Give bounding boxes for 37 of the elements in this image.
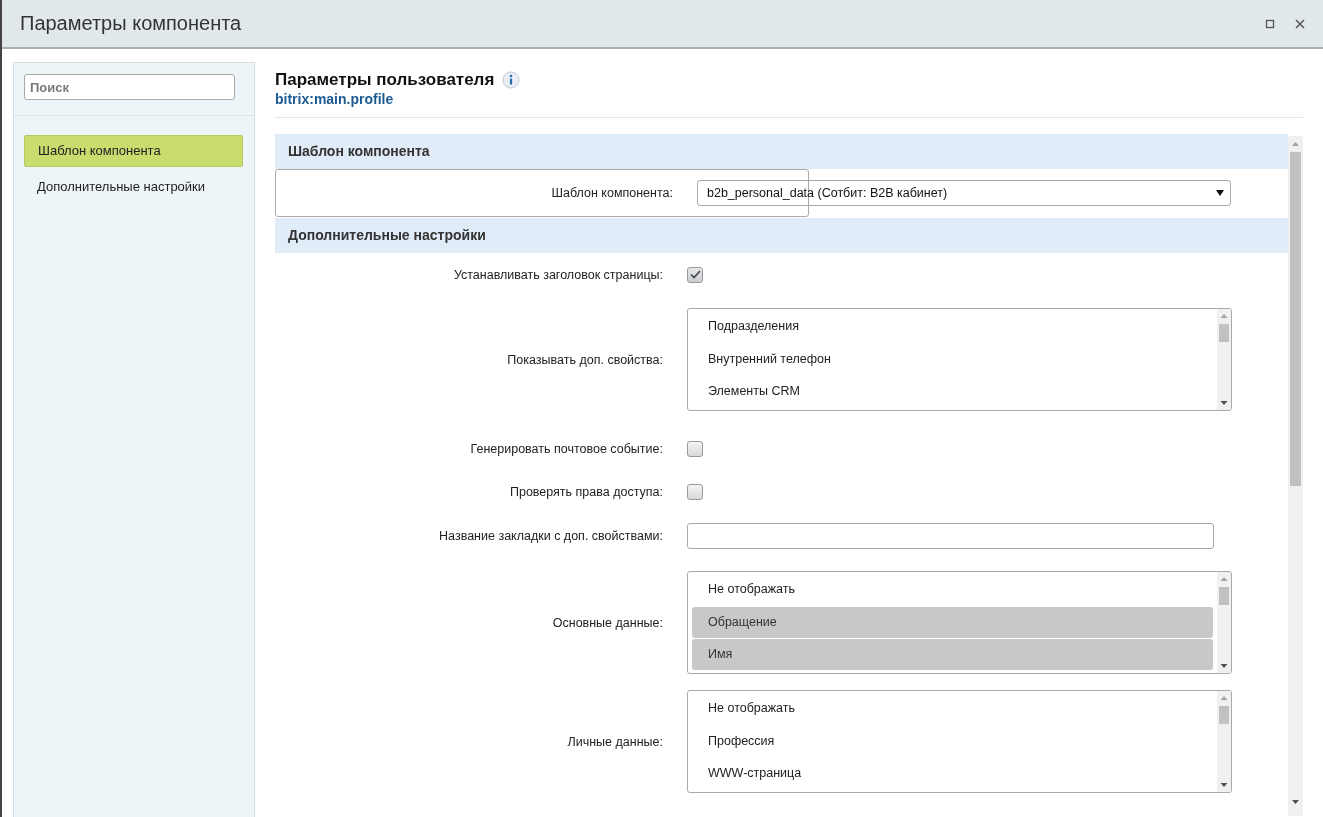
field-label: Устанавливать заголовок страницы: (452, 267, 663, 282)
multi-select-list[interactable]: Не отображать Профессия WWW-страница (687, 690, 1232, 793)
caret-icon (1216, 190, 1224, 196)
section-header: Шаблон компонента (275, 134, 1288, 169)
checkbox[interactable] (687, 266, 703, 283)
list-option[interactable]: Обращение (692, 606, 1213, 638)
sidebar-item[interactable]: Дополнительные настройки (24, 171, 243, 203)
field-label: Проверять права доступа: (508, 484, 663, 499)
list-option[interactable]: Внутренний телефон (692, 343, 1213, 375)
field-label: Название закладки с доп. свойствами: (438, 529, 663, 543)
page-title: Параметры пользователя (275, 70, 495, 90)
close-icon[interactable] (1295, 18, 1305, 29)
info-icon[interactable] (502, 71, 521, 89)
field-label: Личные данные: (566, 734, 663, 749)
list-option[interactable]: WWW-страница (692, 758, 1213, 789)
list-option[interactable]: Подразделения (692, 311, 1213, 342)
field-label: Шаблон компонента: (550, 186, 673, 200)
template-dropdown[interactable]: b2b_personal_data (Сотбит: B2B кабинет) (697, 180, 1231, 206)
multi-select-list[interactable]: Подразделения Внутренний телефон Элементы CRM (687, 308, 1232, 411)
sidebar-item[interactable]: Шаблон компонента (24, 135, 243, 167)
window-title: Параметры компонента (20, 12, 243, 35)
list-option[interactable]: Не отображать (692, 574, 1213, 605)
list-option[interactable]: Профессия (692, 725, 1213, 757)
checkbox[interactable] (687, 483, 703, 500)
component-code: bitrix:main.profile (275, 91, 395, 107)
multi-select-list[interactable]: Не отображать Обращение Имя (687, 571, 1232, 674)
section-header: Дополнительные настройки (275, 218, 1288, 253)
field-label: Основные данные: (551, 615, 663, 630)
text-input[interactable] (687, 523, 1214, 549)
list-option[interactable]: Не отображать (692, 693, 1213, 724)
maximize-icon[interactable] (1265, 18, 1275, 29)
list-option[interactable]: Имя (692, 639, 1213, 670)
field-label: Показывать доп. свойства: (506, 352, 663, 367)
field-label: Генерировать почтовое событие: (469, 441, 663, 456)
checkbox[interactable] (687, 440, 703, 457)
list-option[interactable]: Элементы CRM (692, 376, 1213, 407)
search-field[interactable]: Поиск (24, 74, 235, 100)
